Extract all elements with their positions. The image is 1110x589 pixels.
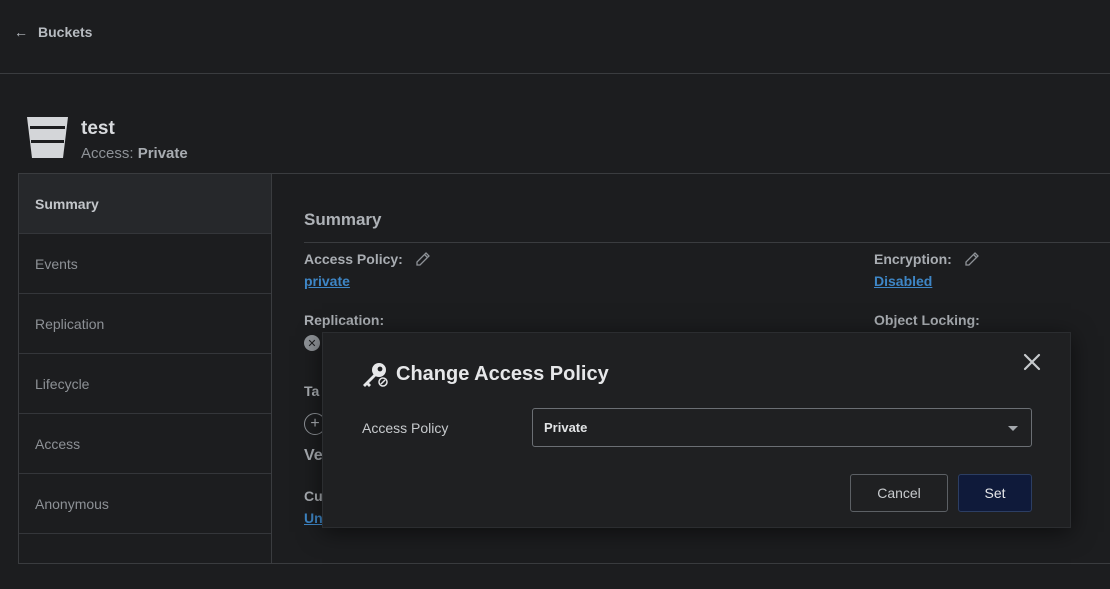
object-locking-label: Object Locking:: [874, 312, 980, 328]
bucket-icon: [27, 117, 68, 158]
key-icon: [363, 363, 388, 387]
close-icon[interactable]: [1023, 353, 1041, 371]
section-title: Summary: [304, 210, 382, 229]
section-divider: [304, 242, 1110, 243]
current-status-label: Cu: [304, 488, 323, 504]
edit-access-policy-icon[interactable]: [415, 251, 431, 267]
sidebar-item-anonymous[interactable]: Anonymous: [19, 474, 271, 534]
encryption-label: Encryption:: [874, 251, 980, 267]
set-button[interactable]: Set: [958, 474, 1032, 512]
chevron-down-icon: [1008, 426, 1018, 431]
encryption-link[interactable]: Disabled: [874, 273, 932, 289]
bucket-name: test: [81, 118, 115, 139]
access-policy-label: Access Policy:: [304, 251, 431, 267]
sidebar-item-replication[interactable]: Replication: [19, 294, 271, 354]
access-policy-select[interactable]: Private: [532, 408, 1032, 447]
bucket-access-prefix: Access:: [81, 145, 134, 162]
bucket-access-value: Private: [137, 145, 188, 162]
back-arrow-icon: ←: [14, 24, 28, 40]
back-label: Buckets: [38, 24, 93, 40]
replication-disabled-icon: ✕: [304, 335, 320, 351]
access-policy-select-value: Private: [544, 420, 588, 435]
change-access-policy-modal: Change Access Policy Access Policy Priva…: [322, 332, 1071, 528]
sidebar-item-access[interactable]: Access: [19, 414, 271, 474]
sidebar-item-summary[interactable]: Summary: [19, 174, 271, 234]
access-policy-field-label: Access Policy: [362, 420, 449, 436]
versioning-label: Ve: [304, 447, 323, 464]
tags-label: Ta: [304, 383, 320, 399]
top-bar: ← Buckets: [0, 0, 1110, 74]
access-policy-link[interactable]: private: [304, 273, 350, 289]
encryption-label-text: Encryption:: [874, 251, 952, 267]
modal-title-text: Change Access Policy: [396, 363, 609, 385]
replication-label: Replication:: [304, 312, 385, 328]
modal-title: Change Access Policy: [361, 361, 609, 388]
cancel-button[interactable]: Cancel: [850, 474, 948, 512]
access-policy-label-text: Access Policy:: [304, 251, 403, 267]
versioning-link[interactable]: Un: [304, 510, 323, 526]
bucket-access: Access: Private: [81, 145, 188, 162]
sidebar-item-events[interactable]: Events: [19, 234, 271, 294]
back-to-buckets-link[interactable]: ← Buckets: [14, 24, 92, 40]
sidebar-item-lifecycle[interactable]: Lifecycle: [19, 354, 271, 414]
sidebar: Summary Events Replication Lifecycle Acc…: [19, 174, 272, 563]
edit-encryption-icon[interactable]: [964, 251, 980, 267]
